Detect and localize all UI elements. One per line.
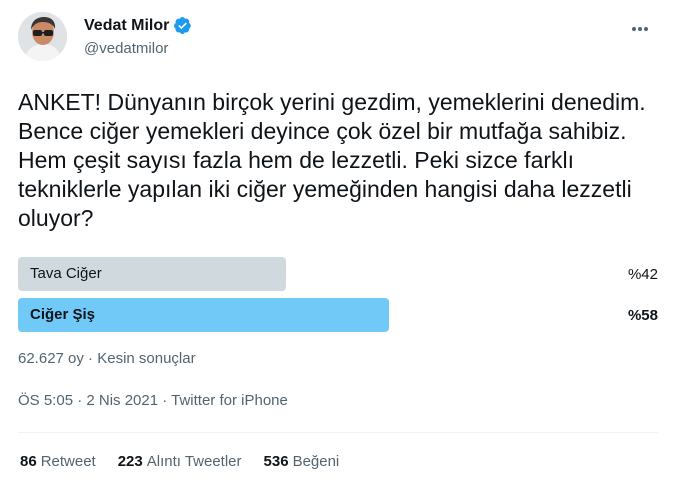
- quote-tweet-stat[interactable]: 223 Alıntı Tweetler: [118, 453, 242, 470]
- tweet-text: ANKET! Dünyanın birçok yerini gezdim, ye…: [18, 89, 646, 231]
- retweet-label: Retweet: [40, 453, 96, 470]
- like-count: 536: [263, 453, 289, 470]
- quote-tweet-count: 223: [117, 453, 143, 470]
- poll-option-1-bar: Tava Ciğer: [18, 257, 286, 291]
- verified-badge-icon: [173, 16, 192, 35]
- poll-meta: 62.627 oy · Kesin sonuçlar: [18, 350, 196, 367]
- author-name-text[interactable]: Vedat Milor: [84, 17, 169, 35]
- retweet-count: 86: [20, 453, 37, 470]
- poll-option-2-label: Ciğer Şiş: [30, 306, 96, 323]
- poll-option-2-percent: %58: [627, 307, 658, 324]
- author-name[interactable]: Vedat Milor: [84, 16, 192, 35]
- avatar[interactable]: [18, 12, 67, 61]
- retweet-stat[interactable]: 86 Retweet: [20, 453, 96, 470]
- tweet-timestamp[interactable]: ÖS 5:05 · 2 Nis 2021 · Twitter for iPhon…: [18, 392, 288, 409]
- divider: [18, 432, 658, 433]
- poll-option-1-label: Tava Ciğer: [30, 265, 102, 282]
- poll-option-1-percent: %42: [627, 266, 658, 283]
- tweet-stats: 86 Retweet 223 Alıntı Tweetler 536 Beğeni: [20, 453, 361, 470]
- more-options-icon[interactable]: [627, 16, 653, 42]
- author-handle[interactable]: @vedatmilor: [84, 40, 168, 57]
- like-stat[interactable]: 536 Beğeni: [264, 453, 340, 470]
- like-label: Beğeni: [292, 453, 340, 470]
- poll-option-2-bar: Ciğer Şiş: [18, 298, 389, 332]
- quote-tweet-label: Alıntı Tweetler: [146, 453, 242, 470]
